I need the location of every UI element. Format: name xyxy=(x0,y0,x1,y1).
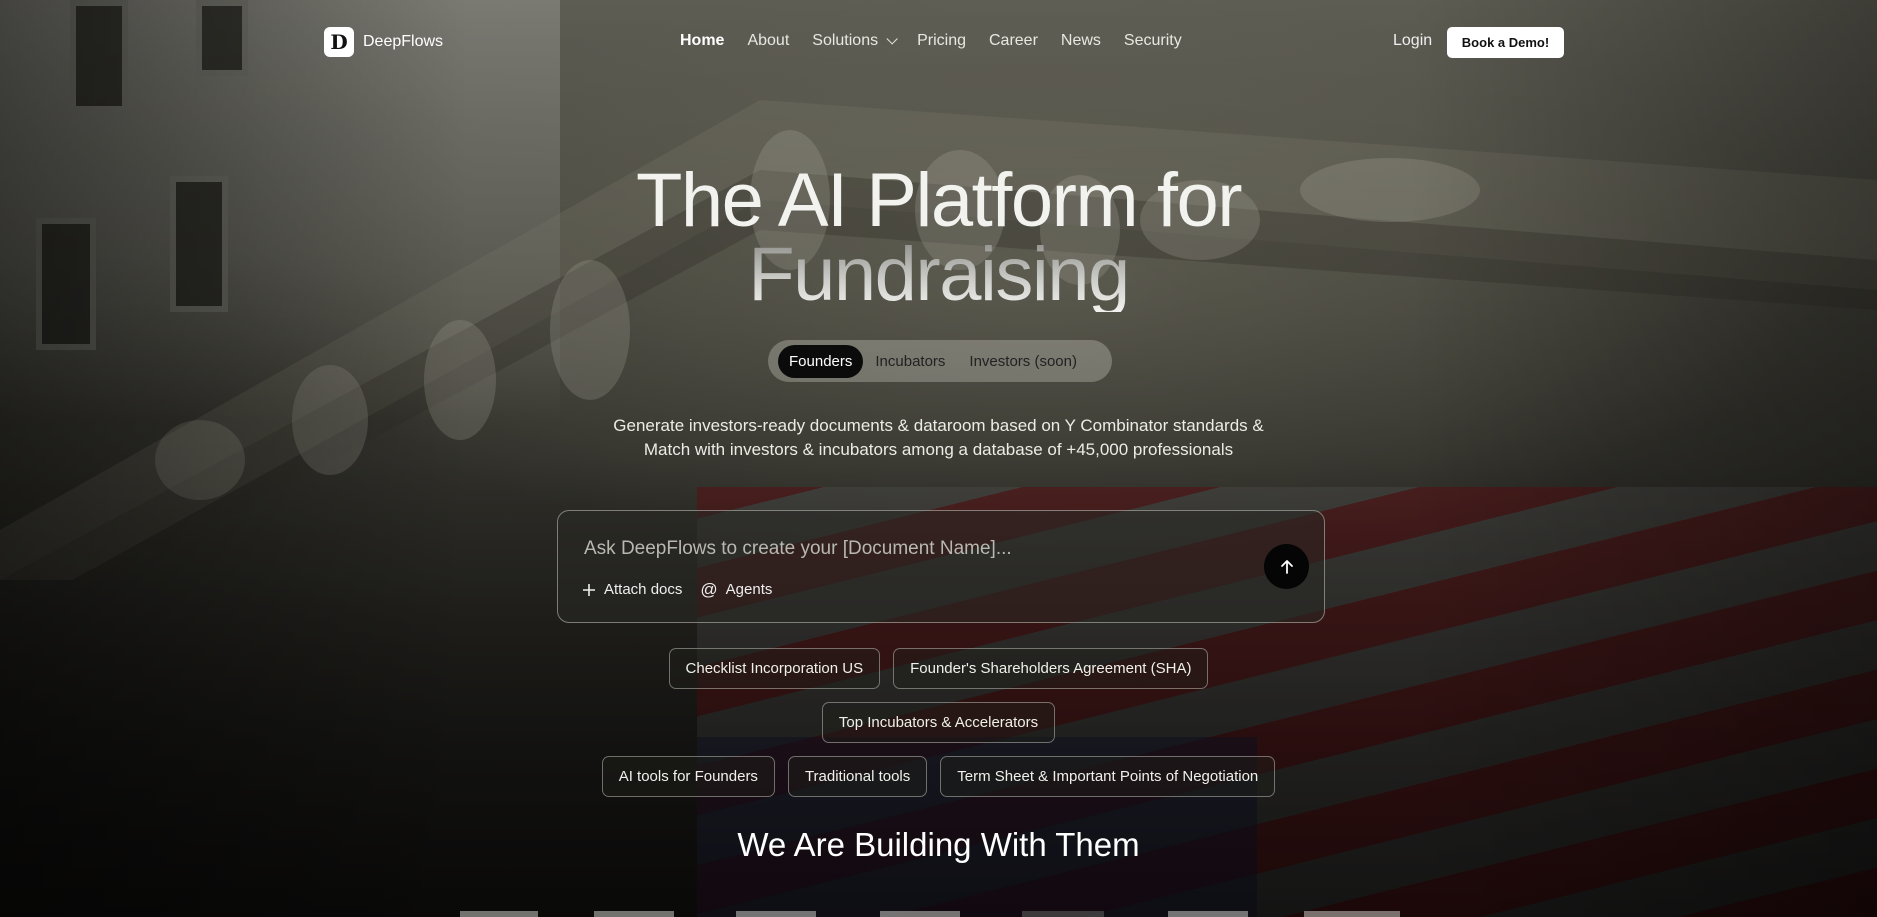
chip-term-sheet[interactable]: Term Sheet & Important Points of Negotia… xyxy=(940,756,1276,797)
hero-subtitle: Generate investors-ready documents & dat… xyxy=(0,414,1877,462)
chip-top-incubators[interactable]: Top Incubators & Accelerators xyxy=(821,702,1056,743)
partner-logo xyxy=(1168,911,1248,917)
nav-about[interactable]: About xyxy=(747,32,789,50)
chip-traditional-tools[interactable]: Traditional tools xyxy=(787,756,928,797)
top-navbar: D DeepFlows Home About Solutions Pricing… xyxy=(0,0,1877,84)
hero-subtitle-line2: Match with investors & incubators among … xyxy=(643,440,1234,459)
brand-logo[interactable]: D DeepFlows xyxy=(324,27,443,57)
nav-solutions-label: Solutions xyxy=(812,32,879,49)
suggestion-row-3: AI tools for Founders Traditional tools … xyxy=(0,756,1877,797)
suggestion-row-2: Top Incubators & Accelerators xyxy=(0,702,1877,743)
agents-label: Agents xyxy=(725,581,773,598)
at-icon: @ xyxy=(700,580,718,599)
book-demo-button[interactable]: Book a Demo! xyxy=(1447,27,1564,58)
suggestion-row-1: Checklist Incorporation US Founder's Sha… xyxy=(0,648,1877,689)
partner-logo xyxy=(880,911,960,917)
partner-logos xyxy=(460,911,1400,917)
hero-title-line1: The AI Platform for xyxy=(635,158,1243,243)
tab-incubators[interactable]: Incubators xyxy=(875,353,945,370)
prompt-input[interactable] xyxy=(582,533,1226,565)
hero-subtitle-line1: Generate investors-ready documents & dat… xyxy=(613,416,1264,435)
nav-career[interactable]: Career xyxy=(989,32,1038,50)
nav-security[interactable]: Security xyxy=(1124,32,1182,50)
partner-logo xyxy=(460,911,538,917)
hero-title-line2: Fundraising xyxy=(0,237,1877,313)
tab-founders[interactable]: Founders xyxy=(778,344,864,378)
partner-logo xyxy=(1022,911,1104,917)
chip-shareholders-agreement[interactable]: Founder's Shareholders Agreement (SHA) xyxy=(893,648,1209,689)
brand-name: DeepFlows xyxy=(363,33,444,50)
prompt-tools: Attach docs @ Agents xyxy=(582,581,772,598)
chevron-down-icon xyxy=(886,33,898,45)
nav-home[interactable]: Home xyxy=(680,32,724,50)
tab-investors[interactable]: Investors (soon) xyxy=(969,353,1077,370)
partner-logo xyxy=(736,911,816,917)
hero-title: The AI Platform for Fundraising xyxy=(0,158,1877,313)
plus-icon xyxy=(583,583,595,596)
arrow-up-icon xyxy=(1280,559,1293,574)
login-link[interactable]: Login xyxy=(1393,32,1432,50)
attach-docs-label: Attach docs xyxy=(604,581,683,598)
audience-switcher: Founders Incubators Investors (soon) xyxy=(768,340,1112,382)
nav-news[interactable]: News xyxy=(1061,32,1101,50)
chip-checklist-incorporation[interactable]: Checklist Incorporation US xyxy=(668,648,881,689)
attach-docs-button[interactable]: Attach docs xyxy=(582,581,682,598)
nav-solutions[interactable]: Solutions xyxy=(812,32,898,50)
nav-pricing[interactable]: Pricing xyxy=(917,32,966,50)
partner-logo xyxy=(594,911,674,917)
main-menu: Home About Solutions Pricing Career News… xyxy=(680,32,1205,50)
partner-logo xyxy=(1304,911,1400,917)
chip-ai-tools[interactable]: AI tools for Founders xyxy=(601,756,775,797)
partners-title: We Are Building With Them xyxy=(737,826,1140,863)
send-button[interactable] xyxy=(1264,544,1309,589)
prompt-box: Attach docs @ Agents xyxy=(557,510,1325,623)
agents-button[interactable]: @ Agents xyxy=(700,581,772,598)
logo-mark-icon: D xyxy=(324,27,354,57)
